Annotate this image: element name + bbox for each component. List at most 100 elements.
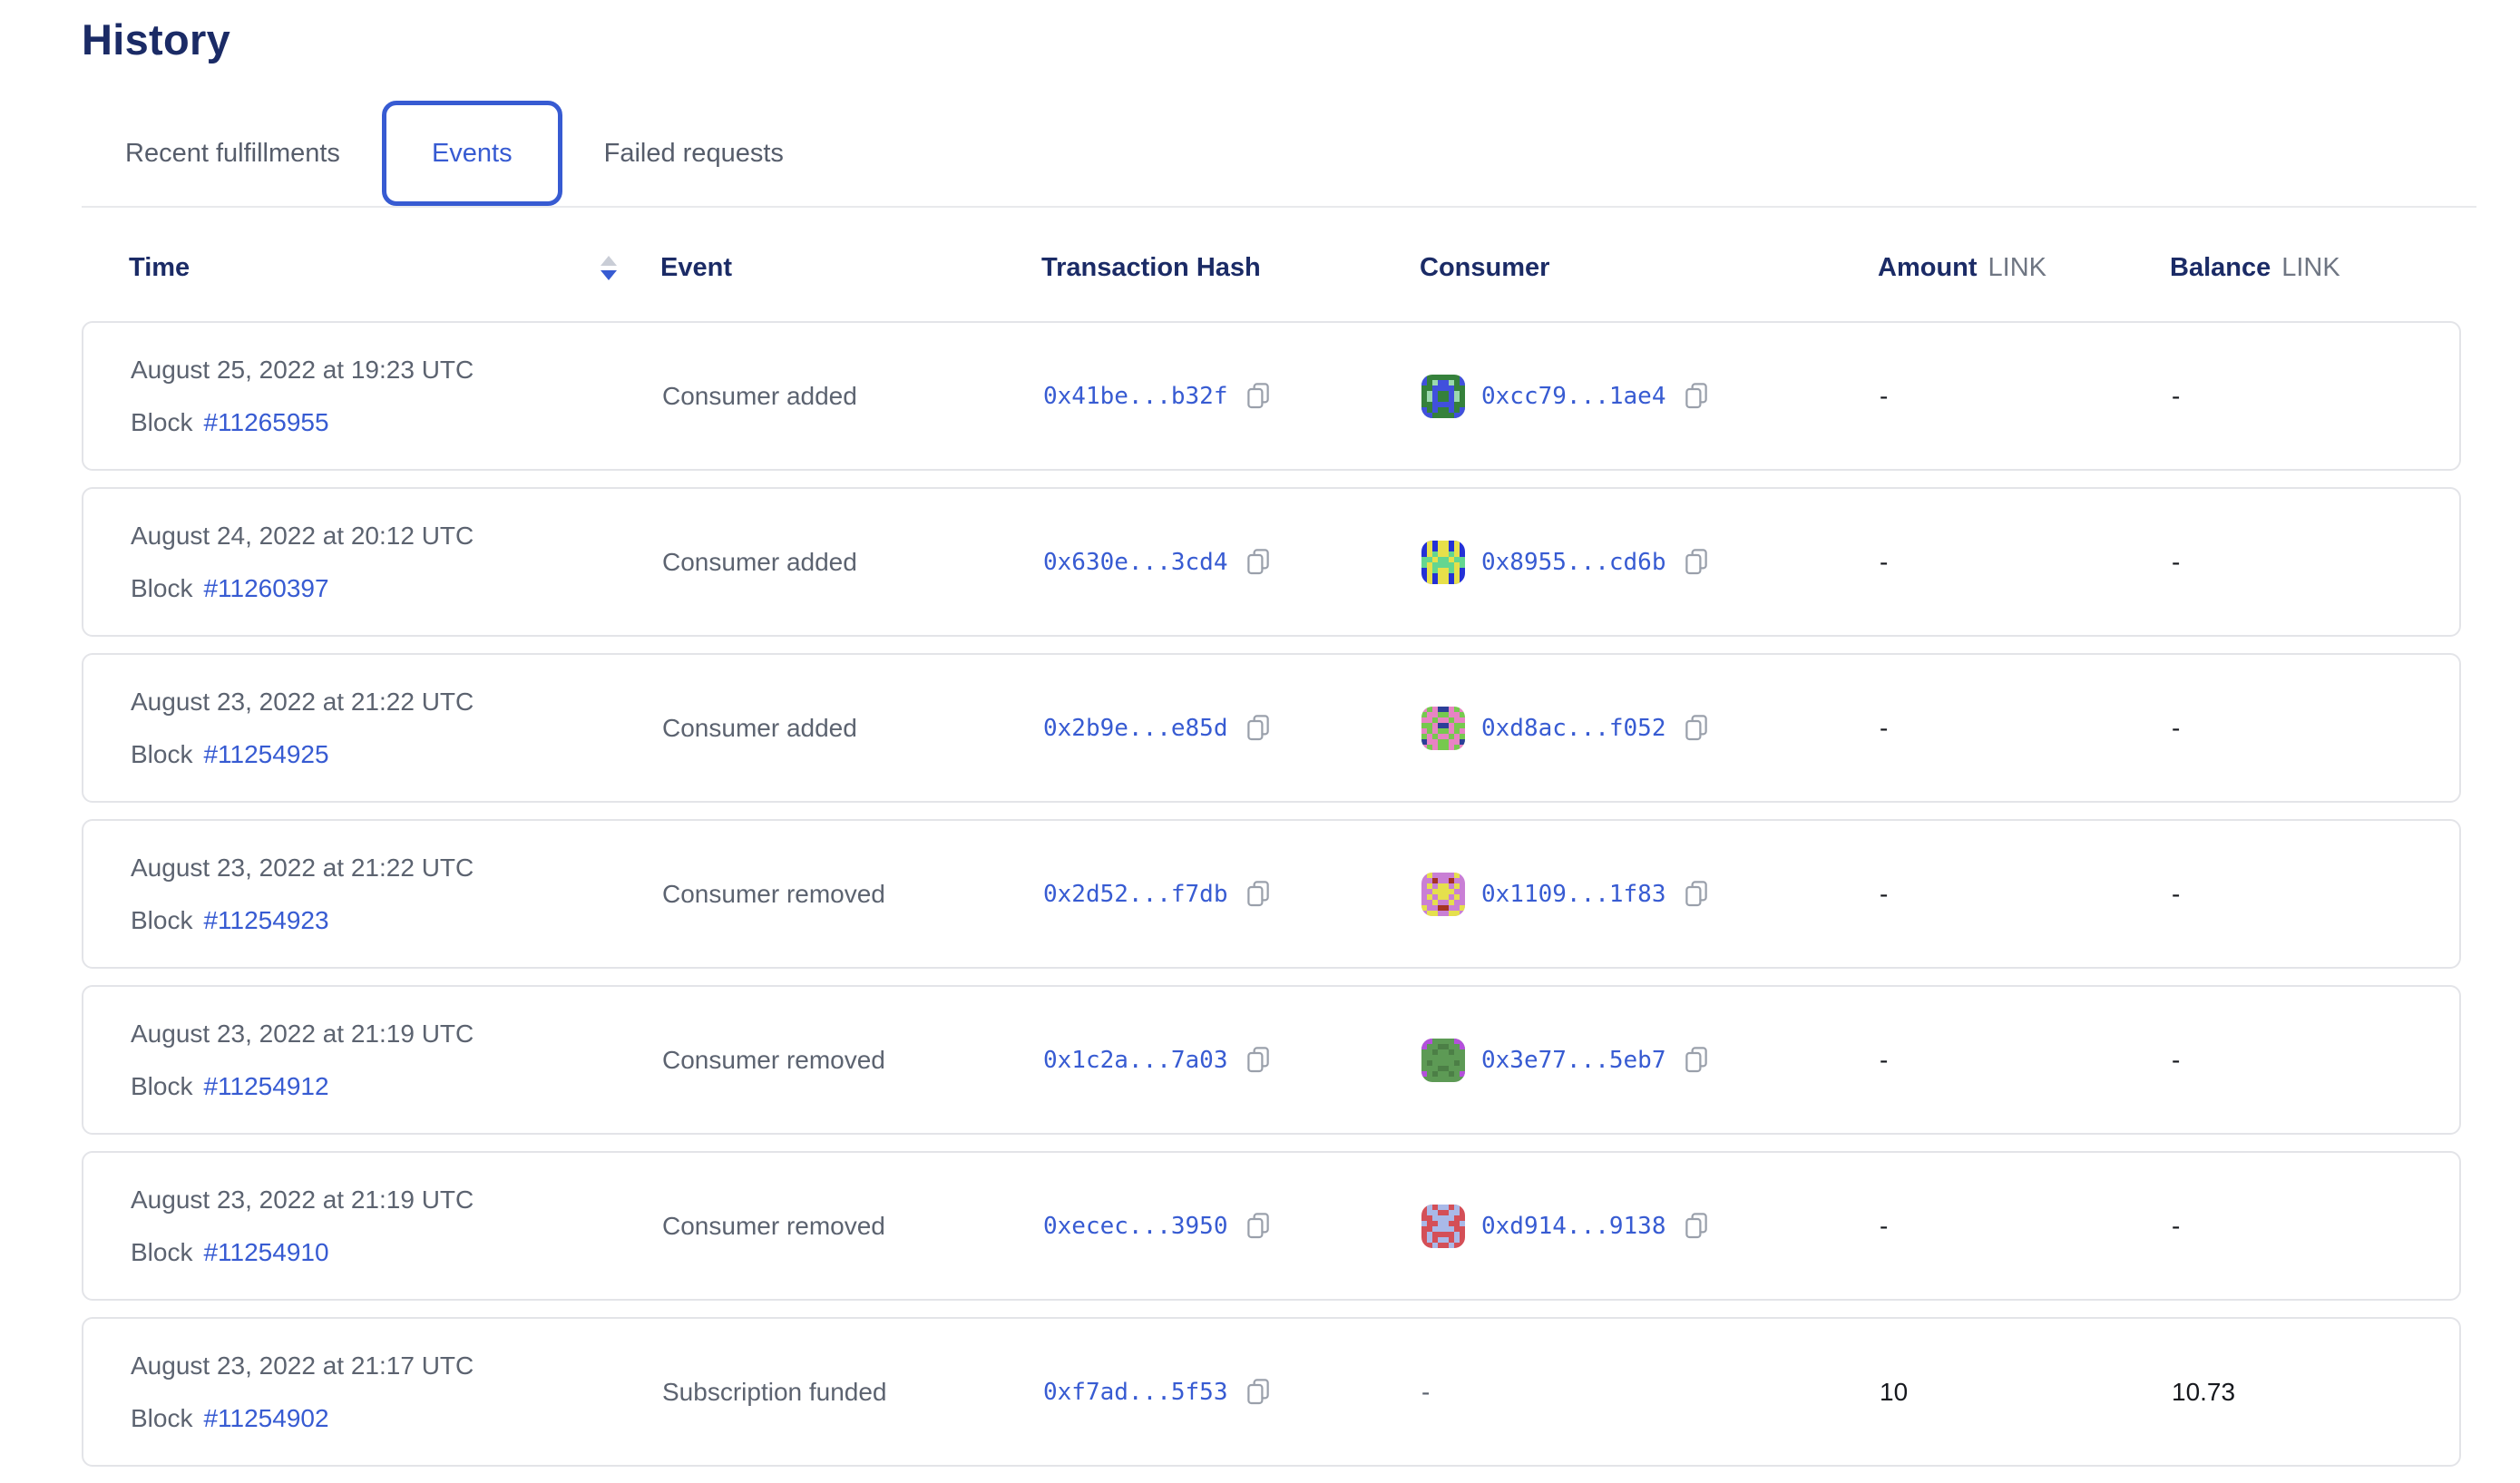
consumer-address-link[interactable]: 0x3e77...5eb7	[1481, 1047, 1666, 1074]
block-line: Block #11254925	[131, 740, 662, 769]
time-cell: August 23, 2022 at 21:17 UTC Block #1125…	[131, 1351, 662, 1433]
event-type: Consumer added	[662, 382, 1043, 411]
column-header-amount-wrap: Amount LINK	[1878, 253, 2170, 283]
block-line: Block #11254912	[131, 1072, 662, 1101]
time-cell: August 25, 2022 at 19:23 UTC Block #1126…	[131, 356, 662, 437]
copy-icon[interactable]	[1245, 713, 1272, 743]
event-row: August 23, 2022 at 21:17 UTC Block #1125…	[82, 1317, 2461, 1467]
tx-hash-link[interactable]: 0xecec...3950	[1043, 1213, 1228, 1240]
column-header-time-wrap: Time	[129, 253, 660, 283]
event-timestamp: August 23, 2022 at 21:22 UTC	[131, 854, 662, 883]
event-timestamp: August 23, 2022 at 21:19 UTC	[131, 1185, 662, 1215]
consumer-address-link[interactable]: 0x8955...cd6b	[1481, 549, 1666, 576]
tx-hash-link[interactable]: 0x2d52...f7db	[1043, 881, 1228, 908]
consumer-cell: 0x8955...cd6b	[1421, 541, 1880, 584]
balance-value: -	[2172, 548, 2459, 577]
block-number-link[interactable]: #11254925	[203, 740, 328, 769]
event-timestamp: August 23, 2022 at 21:17 UTC	[131, 1351, 662, 1381]
sort-control[interactable]	[601, 256, 617, 280]
consumer-avatar	[1421, 707, 1465, 750]
tx-hash-link[interactable]: 0xf7ad...5f53	[1043, 1379, 1228, 1406]
consumer-cell: 0x3e77...5eb7	[1421, 1039, 1880, 1082]
transaction-hash-cell: 0x2b9e...e85d	[1043, 713, 1421, 743]
copy-icon[interactable]	[1683, 1045, 1710, 1075]
balance-unit-label: LINK	[2281, 253, 2339, 283]
event-row: August 23, 2022 at 21:19 UTC Block #1125…	[82, 985, 2461, 1135]
tx-hash-link[interactable]: 0x2b9e...e85d	[1043, 715, 1228, 742]
event-row: August 25, 2022 at 19:23 UTC Block #1126…	[82, 321, 2461, 471]
block-line: Block #11254910	[131, 1238, 662, 1267]
balance-value: -	[2172, 382, 2459, 411]
copy-icon[interactable]	[1683, 547, 1710, 577]
time-cell: August 23, 2022 at 21:19 UTC Block #1125…	[131, 1185, 662, 1267]
event-type: Consumer added	[662, 548, 1043, 577]
tx-hash-link[interactable]: 0x630e...3cd4	[1043, 549, 1228, 576]
block-number-link[interactable]: #11254912	[203, 1072, 328, 1101]
transaction-hash-cell: 0xf7ad...5f53	[1043, 1377, 1421, 1407]
block-number-link[interactable]: #11254902	[203, 1404, 328, 1433]
tab-failed-requests[interactable]: Failed requests	[604, 139, 784, 169]
block-label: Block	[131, 740, 192, 769]
event-row: August 24, 2022 at 20:12 UTC Block #1126…	[82, 487, 2461, 637]
consumer-avatar	[1421, 1039, 1465, 1082]
tab-bar: Recent fulfillments Events Failed reques…	[82, 95, 2461, 211]
amount-value: -	[1880, 880, 2172, 909]
block-label: Block	[131, 408, 192, 437]
copy-icon[interactable]	[1245, 1045, 1272, 1075]
copy-icon[interactable]	[1245, 879, 1272, 909]
consumer-avatar	[1421, 375, 1465, 418]
amount-unit-label: LINK	[1988, 253, 2046, 283]
consumer-address-link[interactable]: 0xd914...9138	[1481, 1213, 1666, 1240]
event-type: Consumer removed	[662, 1046, 1043, 1075]
block-label: Block	[131, 1238, 192, 1267]
copy-icon[interactable]	[1245, 381, 1272, 411]
tx-hash-link[interactable]: 0x1c2a...7a03	[1043, 1047, 1228, 1074]
block-line: Block #11254902	[131, 1404, 662, 1433]
consumer-address-link[interactable]: 0xd8ac...f052	[1481, 715, 1666, 742]
time-cell: August 23, 2022 at 21:19 UTC Block #1125…	[131, 1020, 662, 1101]
column-header-balance: Balance	[2170, 253, 2271, 283]
block-label: Block	[131, 574, 192, 603]
block-line: Block #11260397	[131, 574, 662, 603]
amount-value: -	[1880, 382, 2172, 411]
event-type: Consumer removed	[662, 1212, 1043, 1241]
transaction-hash-cell: 0xecec...3950	[1043, 1211, 1421, 1241]
tab-events[interactable]: Events	[382, 101, 562, 206]
copy-icon[interactable]	[1245, 1377, 1272, 1407]
amount-value: -	[1880, 1212, 2172, 1241]
block-number-link[interactable]: #11265955	[203, 408, 328, 437]
amount-value: -	[1880, 1046, 2172, 1075]
consumer-cell: 0x1109...1f83	[1421, 873, 1880, 916]
consumer-address-link[interactable]: 0xcc79...1ae4	[1481, 383, 1666, 410]
block-number-link[interactable]: #11254923	[203, 906, 328, 935]
transaction-hash-cell: 0x1c2a...7a03	[1043, 1045, 1421, 1075]
copy-icon[interactable]	[1245, 1211, 1272, 1241]
copy-icon[interactable]	[1683, 713, 1710, 743]
block-number-link[interactable]: #11260397	[203, 574, 328, 603]
block-number-link[interactable]: #11254910	[203, 1238, 328, 1267]
consumer-cell: 0xcc79...1ae4	[1421, 375, 1880, 418]
column-header-transaction-hash: Transaction Hash	[1041, 253, 1420, 283]
copy-icon[interactable]	[1683, 1211, 1710, 1241]
event-row: August 23, 2022 at 21:22 UTC Block #1125…	[82, 819, 2461, 969]
block-label: Block	[131, 1404, 192, 1433]
triangle-down-icon	[601, 270, 617, 280]
event-type: Consumer removed	[662, 880, 1043, 909]
column-header-time: Time	[129, 253, 190, 283]
consumer-address-link[interactable]: 0x1109...1f83	[1481, 881, 1666, 908]
event-timestamp: August 25, 2022 at 19:23 UTC	[131, 356, 662, 385]
copy-icon[interactable]	[1683, 381, 1710, 411]
block-label: Block	[131, 906, 192, 935]
events-table-body: August 25, 2022 at 19:23 UTC Block #1126…	[82, 321, 2461, 1467]
copy-icon[interactable]	[1245, 547, 1272, 577]
block-line: Block #11254923	[131, 906, 662, 935]
consumer-cell: 0xd914...9138	[1421, 1205, 1880, 1248]
consumer-empty-dash: -	[1421, 1378, 1430, 1407]
amount-value: -	[1880, 548, 2172, 577]
balance-value: 10.73	[2172, 1378, 2459, 1407]
copy-icon[interactable]	[1683, 879, 1710, 909]
tx-hash-link[interactable]: 0x41be...b32f	[1043, 383, 1228, 410]
balance-value: -	[2172, 880, 2459, 909]
amount-value: -	[1880, 714, 2172, 743]
tab-recent-fulfillments[interactable]: Recent fulfillments	[125, 139, 340, 169]
